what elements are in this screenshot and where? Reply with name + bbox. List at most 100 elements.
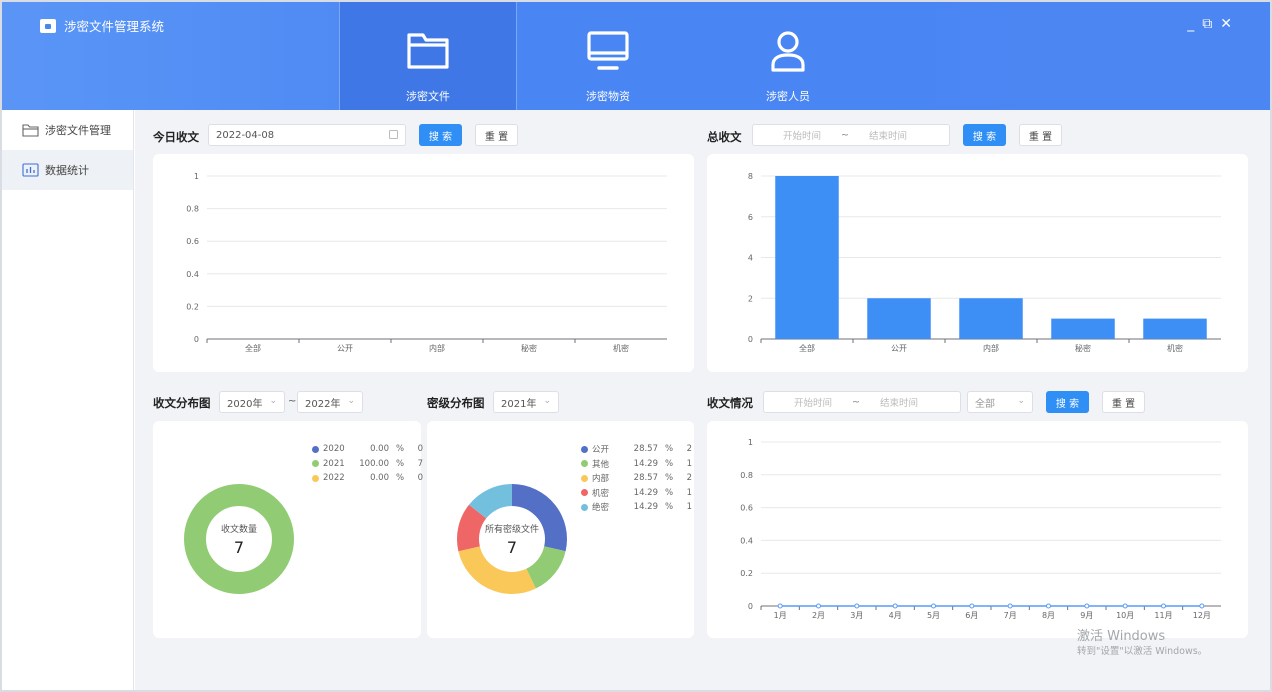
today-search-button[interactable]: 搜 索 xyxy=(419,124,462,146)
chevron-down-icon: ⌄ xyxy=(543,396,551,406)
minimize-icon[interactable]: _ xyxy=(1187,16,1194,32)
window-controls: _ ⧉ ✕ xyxy=(1187,16,1232,32)
chevron-down-icon: ⌄ xyxy=(1017,396,1025,406)
y-tick-label: 1 xyxy=(194,172,199,181)
close-icon[interactable]: ✕ xyxy=(1220,16,1232,32)
distribution-to-value: 2022年 xyxy=(305,398,341,410)
secret-center-value: 7 xyxy=(506,538,518,557)
y-tick-label: 6 xyxy=(748,213,753,222)
legend-unit: % xyxy=(664,502,674,513)
today-title: 今日收文 xyxy=(153,130,199,144)
situation-search-button[interactable]: 搜 索 xyxy=(1046,391,1089,413)
bar-内部 xyxy=(959,298,1023,339)
y-tick-label: 0 xyxy=(194,335,199,344)
y-tick-label: 1 xyxy=(748,438,753,447)
total-date-range[interactable]: 开始时间 ~ 结束时间 xyxy=(752,124,950,146)
y-tick-label: 0.4 xyxy=(740,536,753,545)
chevron-down-icon: ⌄ xyxy=(347,396,355,406)
x-tick-label: 4月 xyxy=(889,611,902,620)
x-tick-label: 7月 xyxy=(1004,611,1017,620)
legend-item[interactable]: 机密 14.29% 1 xyxy=(581,486,692,501)
x-tick-label: 8月 xyxy=(1042,611,1055,620)
situation-type-select[interactable]: 全部 ⌄ xyxy=(967,391,1033,413)
legend-item[interactable]: 绝密 14.29% 1 xyxy=(581,500,692,515)
legend-unit: % xyxy=(395,473,405,484)
legend-item[interactable]: 其他 14.29% 1 xyxy=(581,457,692,472)
legend-count: 2 xyxy=(686,473,692,484)
legend-label: 绝密 xyxy=(592,503,610,514)
x-tick-label: 11月 xyxy=(1154,611,1172,620)
calendar-icon xyxy=(389,130,398,139)
y-tick-label: 0.2 xyxy=(186,302,199,311)
x-tick-label: 全部 xyxy=(245,343,261,353)
total-title: 总收文 xyxy=(707,130,742,144)
y-tick-label: 0.8 xyxy=(740,471,753,480)
distribution-title: 收文分布图 xyxy=(153,396,211,410)
legend-count: 0 xyxy=(417,444,423,455)
today-reset-button[interactable]: 重 置 xyxy=(475,124,518,146)
x-tick-label: 内部 xyxy=(983,343,999,353)
legend-item[interactable]: 2020 0.00% 0 xyxy=(312,442,423,457)
app-logo-icon xyxy=(40,18,56,33)
nav-tab-label: 涉密物资 xyxy=(586,90,630,103)
x-tick-label: 公开 xyxy=(891,344,907,353)
nav-tab-secret-files[interactable]: 涉密文件 xyxy=(339,2,517,110)
secret-year-select[interactable]: 2021年 ⌄ xyxy=(493,391,559,413)
legend-item[interactable]: 2021 100.00% 7 xyxy=(312,457,423,472)
legend-percent: 100.00 xyxy=(359,458,389,469)
legend-label: 公开 xyxy=(592,445,610,456)
x-tick-label: 机密 xyxy=(1167,343,1183,353)
legend-dot-icon xyxy=(581,489,588,497)
bar-机密 xyxy=(1143,318,1207,339)
y-tick-label: 8 xyxy=(748,172,753,181)
data-point-1月 xyxy=(777,603,783,609)
x-tick-label: 9月 xyxy=(1080,611,1093,620)
legend-item[interactable]: 内部 28.57% 2 xyxy=(581,471,692,486)
data-point-6月 xyxy=(969,603,975,609)
data-point-4月 xyxy=(892,603,898,609)
secret-center-label: 所有密级文件 xyxy=(484,525,539,535)
data-point-11月 xyxy=(1161,603,1166,609)
y-tick-label: 0.2 xyxy=(740,569,753,578)
legend-unit: % xyxy=(395,444,405,455)
today-date-input[interactable]: 2022-04-08 xyxy=(208,124,406,146)
legend-item[interactable]: 2022 0.00% 0 xyxy=(312,471,423,486)
data-point-8月 xyxy=(1046,603,1051,609)
y-tick-label: 0.8 xyxy=(186,205,199,214)
data-point-2月 xyxy=(816,603,821,609)
x-tick-label: 2月 xyxy=(812,611,825,620)
situation-chart-card: 0 0.2 0.4 0.6 0.8 1 1月 2月 3月 4月 5月 6月 7月 8月 9月 10月 11月 12… xyxy=(707,421,1248,638)
legend-percent: 28.57 xyxy=(633,444,658,455)
app-title-text: 涉密文件管理系统 xyxy=(64,19,165,34)
total-range-separator: ~ xyxy=(841,129,849,141)
legend-label: 2022 xyxy=(323,473,345,484)
legend-dot-icon xyxy=(312,474,319,482)
distribution-to-select[interactable]: 2022年 ⌄ xyxy=(297,391,363,413)
legend-unit: % xyxy=(664,458,674,469)
sidebar-item-label: 数据统计 xyxy=(45,164,89,177)
app-title: 涉密文件管理系统 xyxy=(40,16,164,35)
restore-icon[interactable]: ⧉ xyxy=(1202,16,1212,32)
distribution-from-select[interactable]: 2020年 ⌄ xyxy=(219,391,285,413)
sidebar-item-file-management[interactable]: 涉密文件管理 xyxy=(2,110,133,150)
total-search-button[interactable]: 搜 索 xyxy=(963,124,1006,146)
data-point-12月 xyxy=(1199,603,1205,609)
total-reset-button[interactable]: 重 置 xyxy=(1019,124,1062,146)
distribution-chart-card: 2020 0.00% 0 2021 100.00% 7 2022 0.00% 0 收文数量 7 xyxy=(153,421,423,638)
sidebar: 涉密文件管理 数据统计 xyxy=(2,110,134,690)
sidebar-item-statistics[interactable]: 数据统计 xyxy=(2,150,133,190)
nav-tab-secret-personnel[interactable]: 涉密人员 xyxy=(699,2,877,110)
legend-unit: % xyxy=(395,458,405,469)
nav-tab-label: 涉密文件 xyxy=(406,90,450,103)
legend-item[interactable]: 公开 28.57% 2 xyxy=(581,442,692,457)
legend-unit: % xyxy=(664,473,674,484)
situation-date-range[interactable]: 开始时间 ~ 结束时间 xyxy=(763,391,961,413)
nav-tab-secret-materials[interactable]: 涉密物资 xyxy=(519,2,697,110)
user-icon xyxy=(771,31,805,72)
y-tick-label: 2 xyxy=(748,294,753,303)
situation-reset-button[interactable]: 重 置 xyxy=(1102,391,1145,413)
legend-label: 2021 xyxy=(323,458,345,469)
legend-dot-icon xyxy=(312,460,319,468)
x-tick-label: 秘密 xyxy=(521,343,537,353)
x-tick-label: 6月 xyxy=(965,611,978,620)
